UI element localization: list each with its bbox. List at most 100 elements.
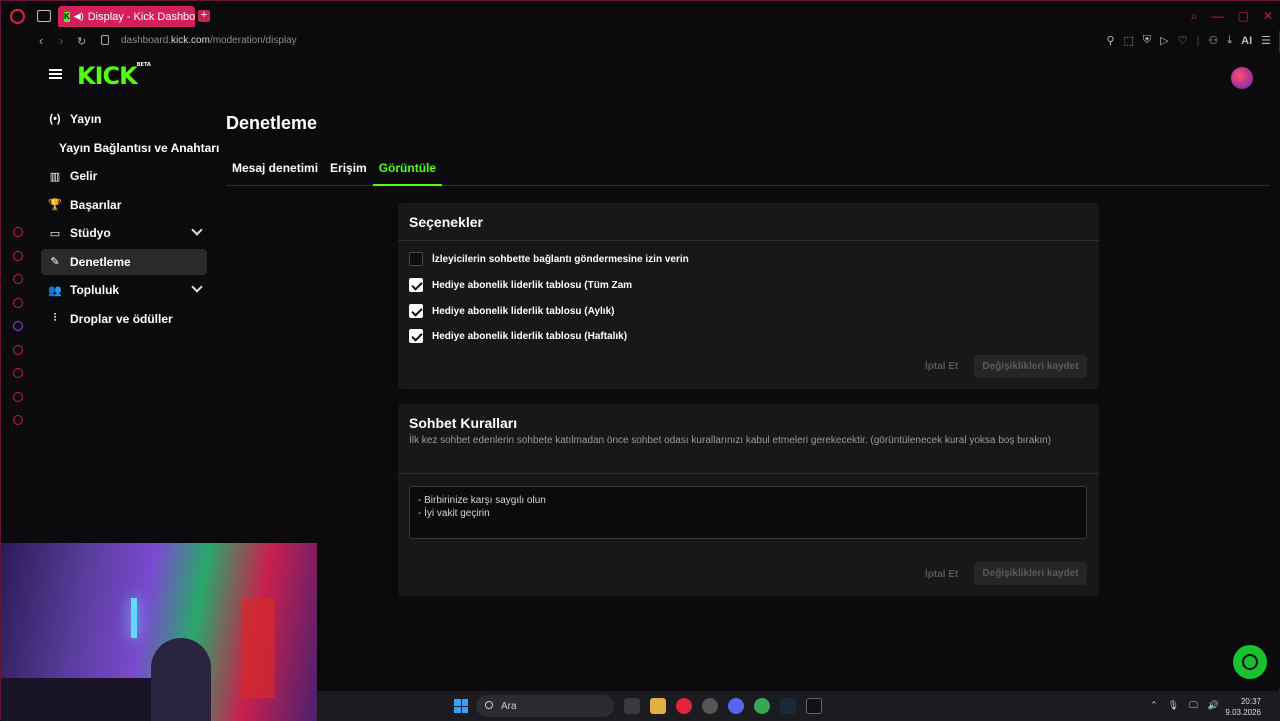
- option-allow-links[interactable]: İzleyicilerin sohbette bağlantı gönderme…: [409, 252, 689, 266]
- rail-twitch-icon[interactable]: [13, 321, 23, 331]
- hamburger-menu-icon[interactable]: [49, 69, 62, 79]
- account-icon[interactable]: ⚇: [1208, 34, 1218, 47]
- taskbar-search[interactable]: Ara: [476, 695, 614, 717]
- rail-app-icon[interactable]: [13, 297, 23, 308]
- webcam-streamer: [151, 638, 211, 721]
- sidebar-item-label: Droplar ve ödüller: [70, 311, 173, 326]
- chat-rules-description: İlk kez sohbet edenlerin sohbete katılma…: [409, 435, 1052, 446]
- sidebar-item-stream-key[interactable]: Yayın Bağlantısı ve Anahtarı: [41, 135, 219, 161]
- dashboard-sidebar: (•) Yayın Yayın Bağlantısı ve Anahtarı ▥…: [41, 106, 219, 334]
- rail-history-icon[interactable]: [13, 368, 23, 378]
- rail-messenger-icon[interactable]: [13, 250, 23, 261]
- moderation-tabs: Mesaj denetimi Erişim Görüntüle: [226, 151, 1270, 186]
- save-button[interactable]: Değişiklikleri kaydet: [974, 355, 1087, 378]
- option-leaderboard-alltime[interactable]: Hediye abonelik liderlik tablosu (Tüm Za…: [409, 278, 632, 292]
- sidebar-item-label: Yayın: [70, 112, 102, 126]
- option-leaderboard-weekly[interactable]: Hediye abonelik liderlik tablosu (Haftal…: [409, 329, 627, 343]
- task-view-icon[interactable]: [624, 698, 640, 714]
- chat-rules-textarea[interactable]: - Birbirinize karşı saygılı olun - İyi v…: [409, 486, 1087, 539]
- support-chat-button[interactable]: [1233, 645, 1267, 679]
- url-field[interactable]: dashboard.kick.com/moderation/display: [121, 35, 297, 46]
- ai-button[interactable]: AI: [1241, 35, 1252, 47]
- tab-access[interactable]: Erişim: [324, 151, 373, 186]
- microphone-icon[interactable]: 🎙: [1168, 700, 1179, 711]
- sidebar-item-studyo[interactable]: ▭ Stüdyo: [41, 220, 207, 246]
- taskbar: Ara ⌃ 🎙 🖵 🔊 20:37 9.03.2026: [317, 691, 1280, 721]
- sidebar-item-basarilar[interactable]: 🏆 Başarılar: [41, 192, 207, 218]
- cancel-button[interactable]: İptal Et: [925, 361, 958, 372]
- options-card: Seçenekler İzleyicilerin sohbette bağlan…: [398, 203, 1099, 389]
- tab-display[interactable]: Görüntüle: [372, 151, 443, 186]
- wrench-icon: ✎: [50, 256, 60, 268]
- pin-icon[interactable]: ⚲: [1106, 34, 1114, 47]
- option-leaderboard-monthly[interactable]: Hediye abonelik liderlik tablosu (Aylık): [409, 304, 614, 318]
- minimize-button[interactable]: —: [1212, 9, 1224, 24]
- rail-aria-icon[interactable]: [13, 227, 23, 237]
- chat-rules-card: Sohbet Kuralları İlk kez sohbet edenleri…: [398, 404, 1099, 596]
- chevron-down-icon[interactable]: [191, 224, 203, 236]
- allow-links-checkbox[interactable]: [409, 252, 423, 266]
- clock-date: 9.03.2026: [1225, 708, 1261, 717]
- kick-logo[interactable]: KICKBETA: [77, 62, 151, 90]
- steam-icon[interactable]: [780, 698, 796, 714]
- windows-start-icon[interactable]: [454, 699, 468, 713]
- avatar[interactable]: [1231, 67, 1253, 89]
- sidebar-rail: [1, 227, 35, 439]
- webcam-desk: [1, 678, 151, 721]
- volume-icon[interactable]: 🔊: [1208, 700, 1219, 711]
- close-button[interactable]: ✕: [1263, 9, 1273, 24]
- menu-icon[interactable]: ☰: [1261, 34, 1271, 47]
- play-icon[interactable]: ▷: [1160, 34, 1168, 47]
- taskbar-apps: [624, 698, 822, 714]
- sidebar-item-gelir[interactable]: ▥ Gelir: [41, 163, 207, 189]
- network-icon[interactable]: 🖵: [1189, 700, 1198, 711]
- rail-player-icon[interactable]: [13, 344, 23, 355]
- shield-icon[interactable]: ⛨: [1143, 34, 1151, 47]
- heart-icon[interactable]: ♡: [1178, 34, 1188, 47]
- chrome-icon[interactable]: [754, 698, 770, 714]
- new-tab-button[interactable]: +: [198, 10, 210, 22]
- chevron-down-icon[interactable]: [191, 281, 203, 293]
- file-explorer-icon[interactable]: [650, 698, 666, 714]
- page-title: Denetleme: [226, 113, 318, 133]
- back-button[interactable]: ‹: [39, 33, 43, 48]
- app-icon[interactable]: [702, 698, 718, 714]
- search-tabs-icon[interactable]: ⌕: [1191, 9, 1198, 24]
- leaderboard-weekly-checkbox[interactable]: [409, 329, 423, 343]
- maximize-button[interactable]: ▢: [1238, 9, 1249, 24]
- clock-time: 20:37: [1240, 697, 1261, 706]
- opera-icon[interactable]: [676, 698, 692, 714]
- snapshot-icon[interactable]: ⬚: [1124, 34, 1134, 47]
- forward-button[interactable]: ›: [59, 33, 63, 48]
- sidebar-item-topluluk[interactable]: 👥 Topluluk: [41, 277, 207, 303]
- rail-extensions-icon[interactable]: [13, 391, 23, 402]
- tab-strip: K ◀) Display - Kick Dashboard + ⌕ — ▢ ✕: [1, 1, 1280, 31]
- workspaces-icon[interactable]: [37, 10, 51, 22]
- system-tray: ⌃ 🎙 🖵 🔊: [1150, 700, 1219, 711]
- speaker-icon[interactable]: ◀): [74, 11, 84, 22]
- rail-settings-icon[interactable]: [13, 415, 23, 425]
- lock-icon[interactable]: [101, 35, 109, 45]
- broadcast-icon: (•): [49, 113, 61, 125]
- tray-chevron-icon[interactable]: ⌃: [1150, 700, 1158, 711]
- cancel-button[interactable]: İptal Et: [925, 569, 958, 580]
- gift-icon: ⫶: [53, 312, 57, 324]
- clock[interactable]: 20:37 9.03.2026: [1225, 696, 1261, 718]
- discord-icon[interactable]: [728, 698, 744, 714]
- reload-button[interactable]: ↻: [77, 35, 86, 48]
- obs-icon[interactable]: [806, 698, 822, 714]
- tab-message-moderation[interactable]: Mesaj denetimi: [226, 151, 324, 186]
- sidebar-item-yayin[interactable]: (•) Yayın: [41, 106, 207, 132]
- leaderboard-monthly-checkbox[interactable]: [409, 304, 423, 318]
- rail-chat-icon[interactable]: [13, 274, 23, 284]
- tab-title: Display - Kick Dashboard: [87, 10, 195, 23]
- opera-logo-icon[interactable]: [10, 9, 25, 24]
- browser-tab-active[interactable]: K ◀) Display - Kick Dashboard: [58, 6, 195, 27]
- leaderboard-alltime-checkbox[interactable]: [409, 278, 423, 292]
- sidebar-item-droplar[interactable]: ⫶ Droplar ve ödüller: [41, 306, 207, 332]
- card-divider: [398, 473, 1099, 474]
- sidebar-item-denetleme[interactable]: ✎ Denetleme: [41, 248, 207, 275]
- download-icon[interactable]: ⤓: [1227, 34, 1232, 47]
- save-button[interactable]: Değişiklikleri kaydet: [974, 562, 1087, 585]
- headset-icon: [1242, 654, 1258, 670]
